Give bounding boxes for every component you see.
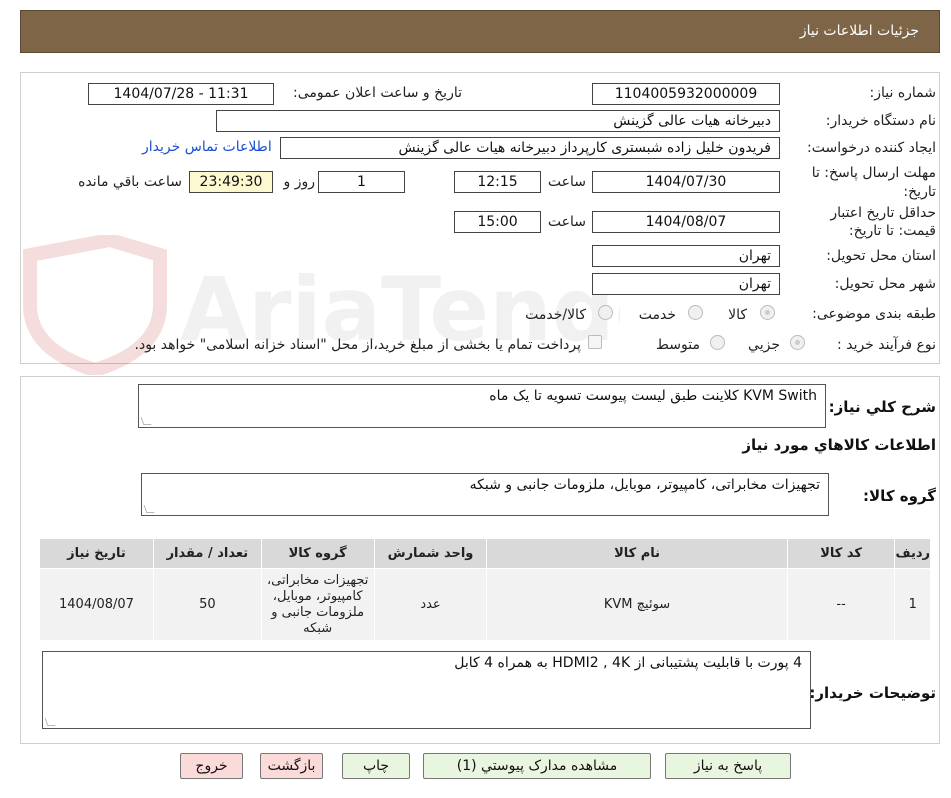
treasury-payment-note: پرداخت تمام یا بخشی از مبلغ خرید،از محل … <box>134 337 581 353</box>
deadline-label: مهلت ارسال پاسخ: تا <box>811 165 936 181</box>
col-header-goods-code: کد کالا <box>786 538 896 569</box>
process-small-label: جزیي <box>748 337 780 353</box>
category-goods-label: کالا <box>728 307 747 323</box>
resize-handle-icon[interactable] <box>140 417 152 425</box>
category-goods-radio[interactable] <box>760 305 775 320</box>
process-small-radio[interactable] <box>790 335 805 350</box>
category-label: طبقه بندی موضوعی: <box>812 306 936 322</box>
province-field: تهران <box>592 245 780 267</box>
col-header-unit: واحد شمارش <box>373 538 488 569</box>
city-label: شهر محل تحویل: <box>834 276 936 292</box>
deadline-label-line2: تاریخ: <box>903 184 936 200</box>
deadline-date-field: 1404/07/30 <box>592 171 780 193</box>
view-attachments-button[interactable]: مشاهده مدارک پیوستي (1) <box>423 753 651 779</box>
resize-handle-icon[interactable] <box>44 718 56 726</box>
validity-date-field: 1404/08/07 <box>592 211 780 233</box>
cell-goods-name: سوئیچ KVM <box>486 568 788 641</box>
need-number-label: شماره نیاز: <box>869 85 937 101</box>
print-button[interactable]: چاپ <box>342 753 410 779</box>
city-field: تهران <box>592 273 780 295</box>
buyer-org-field: دبیرخانه هیات عالی گزینش <box>216 110 780 132</box>
goods-section-title: اطلاعات كالاهاي مورد نياز <box>742 436 936 454</box>
col-header-goods-group: گروه کالا <box>260 538 375 569</box>
announce-datetime-field: 1404/07/28 - 11:31 <box>88 83 274 105</box>
cell-need-date: 1404/08/07 <box>39 568 154 641</box>
category-goods-service-label: کالا/خدمت <box>525 307 586 323</box>
cell-unit: عدد <box>373 568 488 641</box>
buyer-notes-label: توضیحات خریدار: <box>809 684 936 702</box>
page-header: جزئیات اطلاعات نیاز <box>20 10 940 53</box>
buyer-org-label: نام دستگاه خریدار: <box>825 113 936 129</box>
goods-group-text: تجهیزات مخابراتی، کامپیوتر، موبایل، ملزو… <box>469 477 820 493</box>
need-number-field: 1104005932000009 <box>592 83 780 105</box>
table-header-row: ردیف کد کالا نام کالا واحد شمارش گروه کا… <box>39 538 931 569</box>
goods-group-textarea: تجهیزات مخابراتی، کامپیوتر، موبایل، ملزو… <box>141 473 829 516</box>
buyer-contact-link[interactable]: اطلاعات تماس خریدار <box>142 139 272 155</box>
reply-button[interactable]: پاسخ به نیاز <box>665 753 791 779</box>
items-table: ردیف کد کالا نام کالا واحد شمارش گروه کا… <box>39 538 931 641</box>
process-medium-label: متوسط <box>656 337 700 353</box>
resize-handle-icon[interactable] <box>143 505 155 513</box>
exit-button[interactable]: خروج <box>180 753 243 779</box>
col-header-row-number: ردیف <box>894 538 931 569</box>
col-header-goods-name: نام کالا <box>486 538 788 569</box>
validity-label: حداقل تاریخ اعتبار <box>830 205 936 221</box>
buyer-notes-textarea: 4 پورت با قابلیت پشتیبانی از HDMI2 , 4K … <box>42 651 811 729</box>
remaining-time-field: 23:49:30 <box>189 171 273 193</box>
back-button[interactable]: بازگشت <box>260 753 323 779</box>
page-title: جزئیات اطلاعات نیاز <box>799 23 919 39</box>
validity-label-line2: قیمت: تا تاریخ: <box>848 223 936 239</box>
days-field: 1 <box>318 171 405 193</box>
cell-goods-code: -- <box>786 568 896 641</box>
cell-row-number: 1 <box>894 568 931 641</box>
col-header-need-date: تاریخ نیاز <box>39 538 154 569</box>
validity-time-field: 15:00 <box>454 211 541 233</box>
treasury-payment-checkbox[interactable] <box>588 335 602 349</box>
deadline-time-field: 12:15 <box>454 171 541 193</box>
days-label: روز و <box>283 174 316 190</box>
category-service-label: خدمت <box>638 307 676 323</box>
creator-label: ایجاد کننده درخواست: <box>807 140 936 156</box>
province-label: استان محل تحویل: <box>826 248 936 264</box>
creator-field: فریدون خلیل زاده شبستری کارپرداز دبیرخان… <box>280 137 780 159</box>
category-goods-service-radio[interactable] <box>598 305 613 320</box>
need-summary-text: KVM Swith کلاینت طبق لیست پیوست تسویه تا… <box>489 388 817 404</box>
category-service-radio[interactable] <box>688 305 703 320</box>
need-summary-label: شرح كلي نياز: <box>828 398 936 416</box>
deadline-time-label: ساعت <box>547 174 586 190</box>
goods-group-label: گروه کالا: <box>863 487 936 505</box>
process-type-label: نوع فرآیند خرید : <box>837 337 936 353</box>
validity-time-label: ساعت <box>547 214 586 230</box>
process-medium-radio[interactable] <box>710 335 725 350</box>
col-header-quantity: تعداد / مقدار <box>152 538 262 569</box>
remaining-time-label: ساعت باقي مانده <box>78 174 182 190</box>
need-summary-textarea: KVM Swith کلاینت طبق لیست پیوست تسویه تا… <box>138 384 826 428</box>
buyer-notes-text: 4 پورت با قابلیت پشتیبانی از HDMI2 , 4K … <box>454 655 802 671</box>
announce-datetime-label: تاریخ و ساعت اعلان عمومی: <box>293 85 462 101</box>
cell-goods-group: تجهیزات مخابراتی، کامپیوتر، موبایل، ملزو… <box>260 568 375 641</box>
cell-quantity: 50 <box>152 568 262 641</box>
table-row: 1 -- سوئیچ KVM عدد تجهیزات مخابراتی، کام… <box>39 568 931 641</box>
